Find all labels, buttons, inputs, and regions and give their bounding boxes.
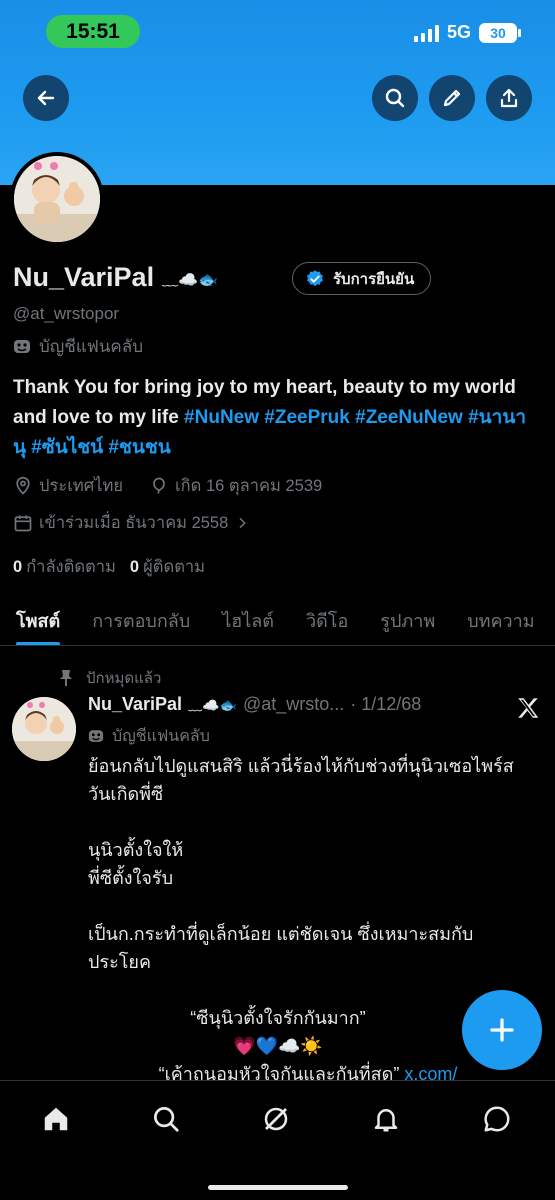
follow-counts: 0 กำลังติดตาม 0 ผู้ติดตาม [13, 554, 205, 580]
calendar-icon [14, 515, 32, 532]
hashtag-link[interactable]: #NuNew [184, 407, 259, 428]
signal-icon [413, 24, 439, 42]
share-button[interactable] [486, 75, 532, 121]
edit-button[interactable] [429, 75, 475, 121]
share-icon [500, 88, 518, 108]
search-icon [385, 88, 405, 108]
name-decoration: ﹏☁️🐟 [162, 271, 218, 289]
tab-articles[interactable]: บทความ [451, 596, 550, 645]
profile-bio: Thank You for bring joy to my heart, bea… [13, 373, 533, 463]
compose-post-button[interactable] [462, 990, 542, 1070]
followers-label: ผู้ติดตาม [143, 558, 206, 576]
joined-row[interactable]: เข้าร่วมเมื่อ ธันวาคม 2558 [13, 510, 250, 536]
location-pin-icon [16, 476, 30, 495]
status-time: 15:51 [46, 15, 140, 48]
search-icon [154, 1107, 179, 1132]
post-author-handle[interactable]: @at_wrsto... [243, 694, 344, 715]
nav-search[interactable] [146, 1099, 186, 1139]
followers-link[interactable]: 0 ผู้ติดตาม [130, 554, 205, 580]
get-verified-button[interactable]: รับการยืนยัน [292, 262, 432, 295]
get-verified-label: รับการยืนยัน [333, 270, 415, 288]
pencil-icon [443, 89, 461, 107]
post-text-line: เป็นก.กระทำที่ดูเล็กน้อย แต่ชัดเจน ซึ่งเ… [88, 924, 474, 972]
profile-handle: @at_wrstopor [13, 304, 120, 323]
birthday-text: เกิด 16 ตุลาคม 2539 [175, 477, 323, 495]
post-fan-text: บัญชีแฟนคลับ [112, 728, 210, 745]
tab-highlights[interactable]: ไฮไลต์ [206, 596, 290, 645]
post-header: Nu_VariPal ﹏☁️🐟 @at_wrsto... · 1/12/68 [88, 694, 421, 715]
post-text-line: ย้อนกลับไปดูแสนสิริ แล้วนี่ร้องไห้กับช่ว… [88, 756, 514, 804]
hashtag-link[interactable]: #ชนชน [108, 437, 170, 458]
bell-icon [374, 1109, 398, 1132]
home-indicator [208, 1185, 348, 1190]
back-button[interactable] [23, 75, 69, 121]
battery-icon: 30 [479, 22, 521, 43]
verified-badge-icon [307, 269, 323, 286]
post-date[interactable]: · 1/12/68 [350, 694, 421, 715]
network-type: 5G [446, 22, 471, 42]
status-indicators: 5G 30 [413, 22, 521, 43]
chevron-right-icon [239, 517, 247, 529]
following-link[interactable]: 0 กำลังติดตาม [13, 554, 116, 580]
post-author-name[interactable]: Nu_VariPal [88, 694, 182, 715]
message-icon [484, 1106, 510, 1132]
nav-notifications[interactable] [366, 1099, 406, 1139]
search-button[interactable] [372, 75, 418, 121]
post-text-line: นุนิวตั้งใจให้ [88, 840, 184, 860]
theater-mask-icon [14, 339, 30, 353]
profile-meta-row: ประเทศไทย เกิด 16 ตุลาคม 2539 [13, 473, 322, 499]
nav-home[interactable] [36, 1099, 76, 1139]
nav-messages[interactable] [477, 1099, 517, 1139]
joined-text: เข้าร่วมเมื่อ ธันวาคม 2558 [39, 514, 229, 532]
tab-replies[interactable]: การตอบกลับ [76, 596, 206, 645]
profile-name-row: Nu_VariPal ﹏☁️🐟 [13, 262, 218, 293]
post-fan-account: บัญชีแฟนคลับ [88, 724, 210, 749]
profile-tabs: โพสต์ การตอบกลับ ไฮไลต์ วิดีโอ รูปภาพ บท… [0, 596, 555, 646]
profile-name: Nu_VariPal [13, 262, 155, 292]
post-author-decoration: ﹏☁️🐟 [188, 696, 237, 713]
post-text-line: พี่ซีตั้งใจรับ [88, 868, 173, 888]
status-bar: 15:51 5G 30 [0, 0, 555, 66]
hashtag-link[interactable]: #ZeePruk [264, 407, 350, 428]
fan-account-label: บัญชีแฟนคลับ [13, 333, 143, 360]
arrow-left-icon [37, 90, 55, 106]
post-avatar-photo [12, 697, 76, 761]
hashtag-link[interactable]: #ซันไชน์ [31, 437, 103, 458]
pinned-indicator: ปักหมุดแล้ว [58, 666, 161, 690]
following-count: 0 [13, 558, 23, 576]
pin-icon [60, 670, 72, 686]
hashtag-link[interactable]: #ZeeNuNew [355, 407, 463, 428]
fan-account-text: บัญชีแฟนคลับ [39, 337, 144, 356]
avatar-photo [14, 156, 100, 242]
followers-count: 0 [129, 558, 140, 576]
profile-avatar[interactable] [10, 152, 104, 246]
x-logo-icon [518, 698, 539, 718]
tab-videos[interactable]: วิดีโอ [290, 596, 364, 645]
post-avatar[interactable] [12, 697, 76, 761]
location-text: ประเทศไทย [39, 477, 124, 495]
grok-icon [264, 1107, 288, 1131]
bottom-navigation [0, 1080, 555, 1200]
plus-icon [490, 1018, 514, 1042]
nav-grok[interactable] [256, 1099, 296, 1139]
tab-photos[interactable]: รูปภาพ [364, 596, 451, 645]
theater-mask-icon [88, 730, 104, 742]
balloon-icon [153, 477, 165, 494]
following-label: กำลังติดตาม [26, 558, 116, 576]
tab-posts[interactable]: โพสต์ [0, 596, 76, 645]
pinned-label: ปักหมุดแล้ว [86, 670, 162, 687]
home-icon [44, 1107, 68, 1131]
